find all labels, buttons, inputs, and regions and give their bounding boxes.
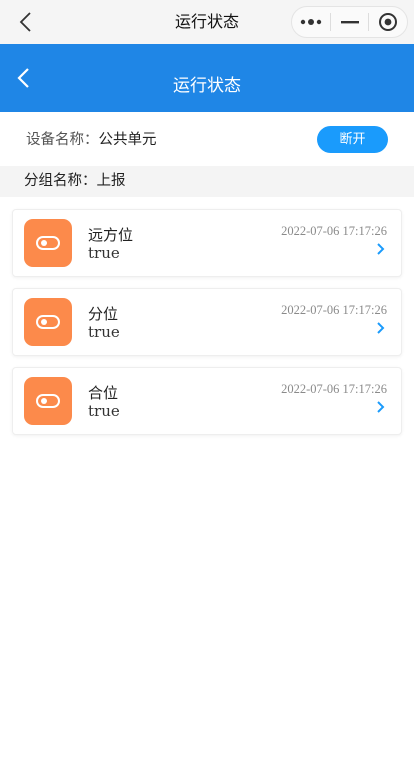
minimize-icon [340,21,359,24]
status-list: 远方位 true 2022-07-06 17:17:26 分位 true 202… [0,197,414,435]
toggle-shape [36,236,60,250]
chevron-right-icon [377,243,385,255]
switch-icon [24,377,72,425]
device-label-group: 设备名称：公共单元 [26,112,157,168]
disconnect-button[interactable]: 断开 [317,126,388,153]
item-name: 分位 [88,305,119,323]
close-miniprogram-button[interactable] [369,7,407,37]
device-row: 设备名称：公共单元 断开 [0,112,414,166]
toggle-knob [41,240,47,246]
capsule-menu [291,6,408,38]
toggle-shape [36,394,60,408]
item-timestamp: 2022-07-06 17:17:26 [281,224,387,238]
minimize-button[interactable] [331,7,369,37]
item-name: 远方位 [88,226,134,244]
item-timestamp: 2022-07-06 17:17:26 [281,382,387,396]
chevron-right-icon [377,401,385,413]
group-row: 分组名称：上报 [0,166,414,197]
group-name: 上报 [96,173,126,189]
chevron-right-icon [377,322,385,334]
device-name: 公共单元 [98,132,157,148]
list-item[interactable]: 合位 true 2022-07-06 17:17:26 [12,367,402,435]
list-item[interactable]: 分位 true 2022-07-06 17:17:26 [12,288,402,356]
more-dots-icon [300,19,322,25]
item-value: true [88,244,120,262]
switch-icon [24,298,72,346]
more-menu-button[interactable] [292,7,330,37]
miniprogram-nav-bar: 运行状态 [0,0,414,44]
page-title-text: 运行状态 [173,76,241,96]
toggle-knob [41,319,47,325]
item-value: true [88,402,120,420]
page-title: 运行状态 [0,44,414,112]
toggle-shape [36,315,60,329]
target-circle-icon [379,13,398,31]
device-label: 设备名称： [26,132,99,148]
group-label: 分组名称： [24,173,97,189]
item-name: 合位 [88,384,119,402]
list-item[interactable]: 远方位 true 2022-07-06 17:17:26 [12,209,402,277]
item-value: true [88,323,120,341]
switch-icon [24,219,72,267]
toggle-knob [41,398,47,404]
app-header: 运行状态 [0,44,414,112]
item-timestamp: 2022-07-06 17:17:26 [281,303,387,317]
